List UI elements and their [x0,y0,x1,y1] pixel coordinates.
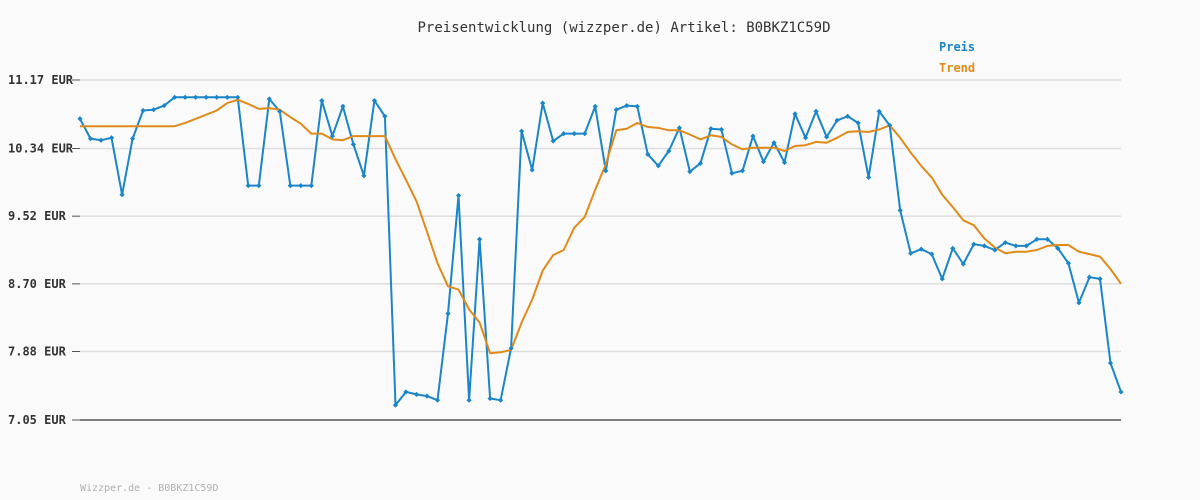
y-tick-label: 11.17 EUR [8,73,74,87]
legend-entry-trend: Trend [939,61,975,75]
y-tick-label: 8.70 EUR [8,277,67,291]
legend-entry-preis: Preis [939,40,975,54]
footer-watermark: Wizzper.de - B0BKZ1C59D [80,483,218,494]
chart-title: Preisentwicklung (wizzper.de) Artikel: B… [417,20,830,36]
price-chart: Preisentwicklung (wizzper.de) Artikel: B… [0,0,1200,500]
chart-background [0,0,1200,500]
y-tick-label: 9.52 EUR [8,209,67,223]
chart-canvas: Preisentwicklung (wizzper.de) Artikel: B… [0,0,1200,500]
y-tick-label: 7.88 EUR [8,345,67,359]
y-tick-label: 7.05 EUR [8,413,67,427]
y-tick-label: 10.34 EUR [8,141,74,155]
